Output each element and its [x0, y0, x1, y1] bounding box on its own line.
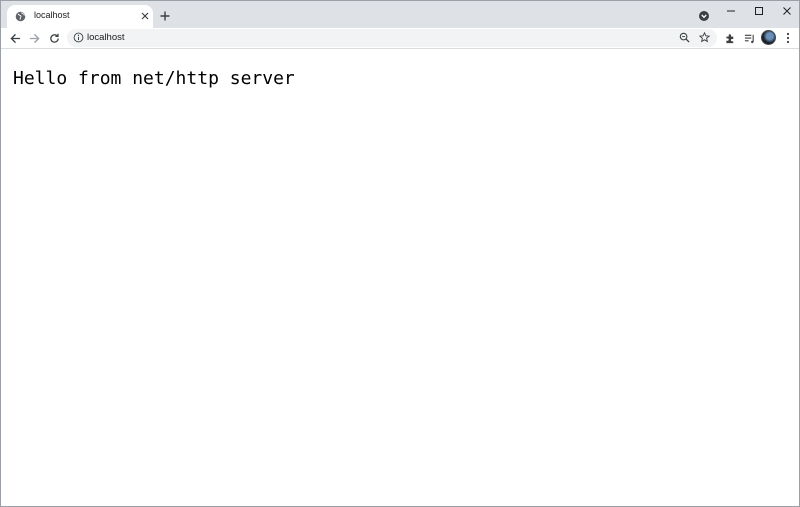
tab-localhost[interactable]: localhost — [7, 5, 153, 28]
avatar[interactable] — [761, 30, 776, 45]
forward-arrow-icon[interactable] — [27, 31, 41, 45]
page-content: Hello from net/http server — [1, 49, 799, 506]
tab-search-icon[interactable] — [698, 10, 710, 22]
reload-icon[interactable] — [47, 31, 61, 45]
close-icon[interactable] — [776, 4, 798, 18]
extensions-puzzle-icon[interactable] — [723, 31, 737, 45]
maximize-icon[interactable] — [748, 4, 770, 18]
star-icon[interactable] — [699, 32, 711, 44]
kebab-menu-icon[interactable] — [781, 31, 795, 45]
back-arrow-icon[interactable] — [8, 31, 22, 45]
toolbar: localhost — [1, 28, 799, 49]
address-bar[interactable]: localhost — [67, 29, 717, 47]
minimize-icon[interactable] — [720, 4, 742, 18]
zoom-icon[interactable] — [679, 32, 691, 44]
browser-window: localhost localhost Hello from net/http … — [0, 0, 800, 507]
tab-close-icon[interactable] — [139, 10, 151, 22]
tab-title: localhost — [34, 10, 70, 20]
url-text[interactable]: localhost — [87, 32, 125, 43]
reading-list-icon[interactable] — [742, 31, 756, 45]
info-icon[interactable] — [73, 32, 85, 44]
globe-icon — [15, 11, 26, 22]
page-body-text: Hello from net/http server — [13, 68, 295, 89]
new-tab-button[interactable] — [158, 9, 172, 23]
tab-strip: localhost — [1, 1, 799, 28]
